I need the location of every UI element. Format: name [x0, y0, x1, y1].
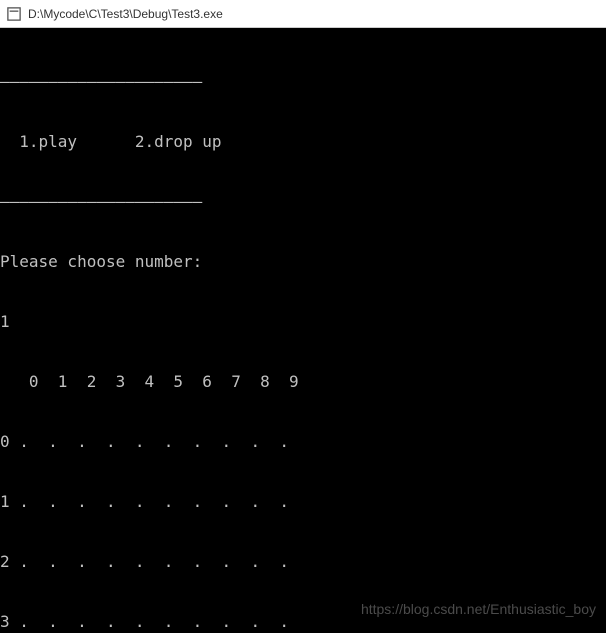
- board-header: 0 1 2 3 4 5 6 7 8 9: [0, 372, 606, 392]
- prompt-choose: Please choose number:: [0, 252, 606, 272]
- window-title: D:\Mycode\C\Test3\Debug\Test3.exe: [28, 7, 223, 21]
- board-row: 0 . . . . . . . . . .: [0, 432, 606, 452]
- divider-line: —————————————————————: [0, 72, 606, 92]
- board-row: 1 . . . . . . . . . .: [0, 492, 606, 512]
- app-icon: [6, 6, 22, 22]
- user-input-choice: 1: [0, 312, 606, 332]
- watermark-text: https://blog.csdn.net/Enthusiastic_boy: [361, 599, 596, 619]
- board-row: 2 . . . . . . . . . .: [0, 552, 606, 572]
- menu-line: 1.play 2.drop up: [0, 132, 606, 152]
- title-bar: D:\Mycode\C\Test3\Debug\Test3.exe: [0, 0, 606, 28]
- console-output[interactable]: ————————————————————— 1.play 2.drop up —…: [0, 28, 606, 633]
- divider-line: —————————————————————: [0, 192, 606, 212]
